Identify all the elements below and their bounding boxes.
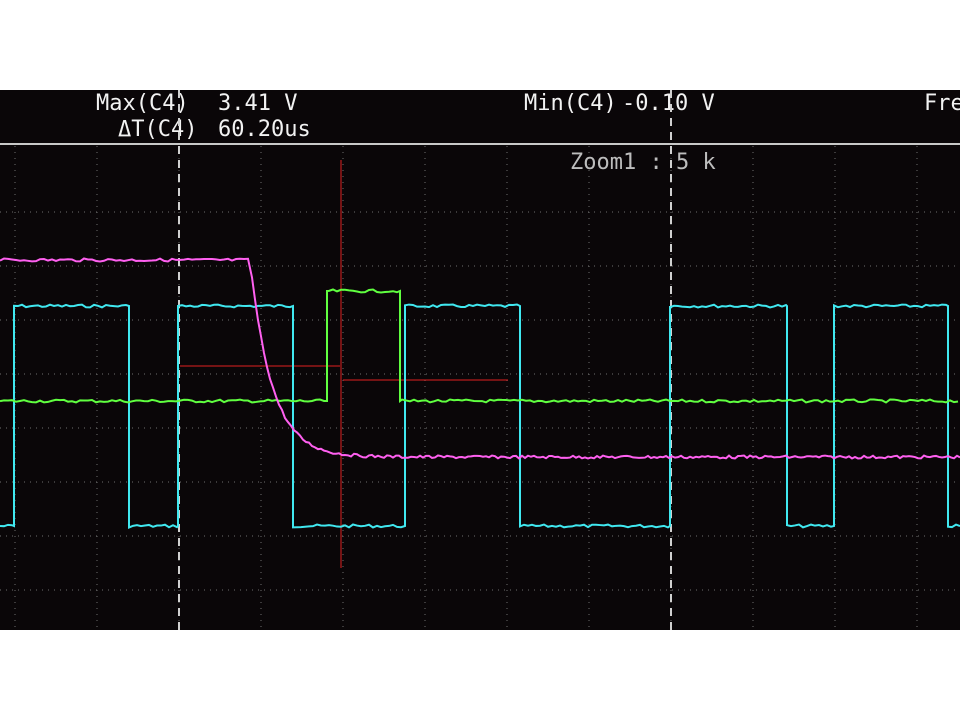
trace-green [0,288,959,404]
crosshair-marker [180,160,508,568]
trace-cyan [0,303,960,529]
zoom-label: Zoom1 : 5 k [570,150,716,175]
graticule-grid [0,146,960,630]
waveform-plot [0,90,960,630]
oscilloscope-screen: Max(C4) 3.41 V ΔT(C4) 60.20us Min(C4) -0… [0,90,960,630]
